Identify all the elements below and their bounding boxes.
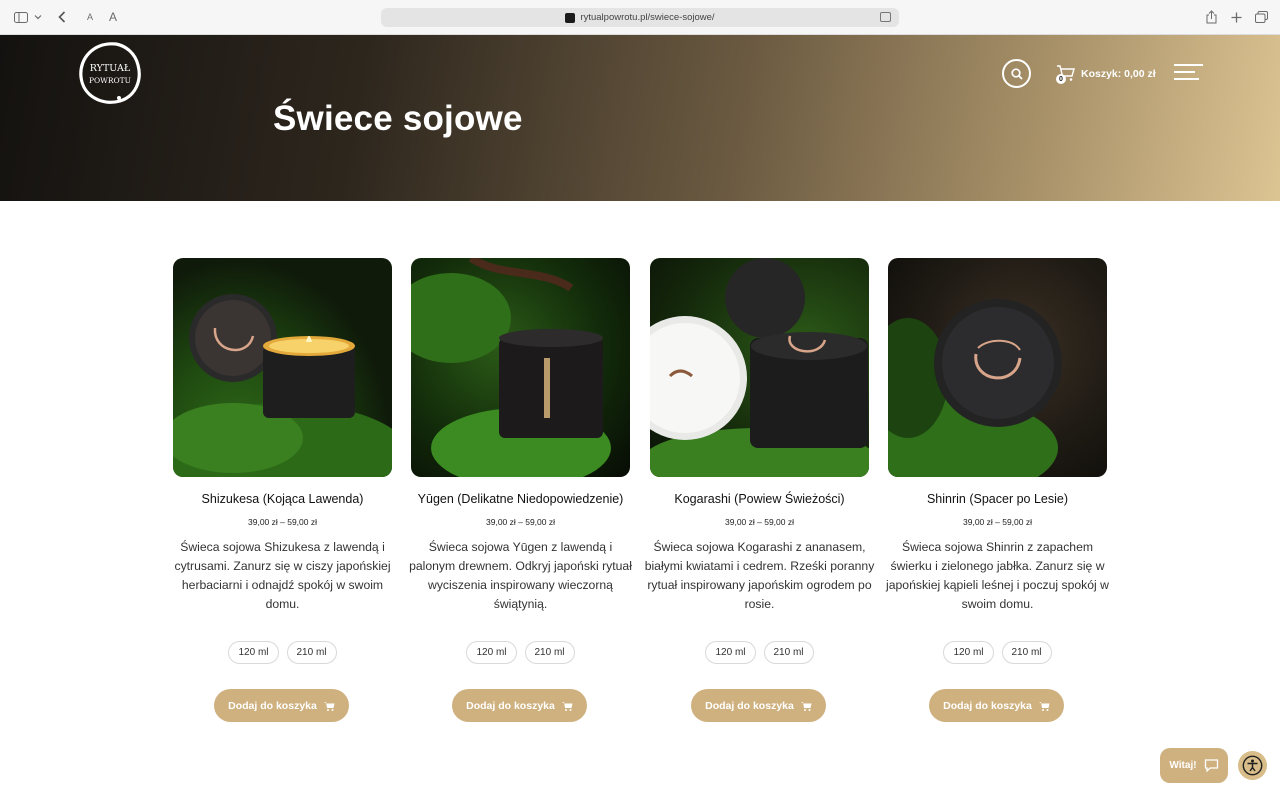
search-icon: [1010, 67, 1023, 80]
add-to-cart-label: Dodaj do koszyka: [466, 699, 555, 712]
search-button[interactable]: [1002, 59, 1031, 88]
variant-option[interactable]: 210 ml: [763, 641, 814, 664]
address-url: rytualpowrotu.pl/swiece-sojowe/: [580, 12, 715, 23]
add-to-cart-button[interactable]: Dodaj do koszyka: [214, 689, 349, 722]
product-name[interactable]: Shizukesa (Kojąca Lawenda): [153, 492, 412, 506]
product-price: 39,00 zł – 59,00 zł: [486, 517, 555, 527]
chat-button[interactable]: Witaj!: [1160, 748, 1228, 783]
product-name[interactable]: Kogarashi (Powiew Świeżości): [630, 492, 889, 506]
cart-label: Koszyk: 0,00 zł: [1081, 68, 1156, 80]
product-name[interactable]: Yūgen (Delikatne Niedopowiedzenie): [391, 492, 650, 506]
product-description: Świeca sojowa Shinrin z zapachem świerku…: [886, 540, 1109, 611]
add-to-cart-label: Dodaj do koszyka: [705, 699, 794, 712]
chat-bubble-icon: [1204, 759, 1218, 772]
product-price: 39,00 zł – 59,00 zł: [963, 517, 1032, 527]
font-smaller-button[interactable]: A: [84, 9, 96, 25]
cart-icon: [323, 701, 335, 711]
sidebar-toggle-icon[interactable]: [13, 9, 29, 25]
product-description: Świeca sojowa Kogarashi z ananasem, biał…: [644, 540, 875, 611]
product-price: 39,00 zł – 59,00 zł: [725, 517, 794, 527]
add-to-cart-button[interactable]: Dodaj do koszyka: [452, 689, 587, 722]
variant-option[interactable]: 120 ml: [705, 641, 756, 664]
add-to-cart-button[interactable]: Dodaj do koszyka: [929, 689, 1064, 722]
product-name[interactable]: Shinrin (Spacer po Lesie): [868, 492, 1127, 506]
cart-count-badge: 0: [1056, 74, 1066, 84]
product-image[interactable]: [888, 258, 1107, 477]
product-price: 39,00 zł – 59,00 zł: [248, 517, 317, 527]
variant-options: 120 ml 210 ml: [888, 641, 1107, 664]
product-card: Yūgen (Delikatne Niedopowiedzenie) 39,00…: [409, 258, 632, 728]
tab-overview-icon[interactable]: [1254, 9, 1268, 25]
product-image[interactable]: [650, 258, 869, 477]
chevron-down-icon[interactable]: [33, 9, 43, 25]
logo-text-bottom: POWROTU: [89, 76, 131, 85]
variant-options: 120 ml 210 ml: [411, 641, 630, 664]
hero-header: RYTUAŁ POWROTU Świece sojowe 0 Koszyk: 0…: [0, 35, 1280, 201]
add-to-cart-label: Dodaj do koszyka: [228, 699, 317, 712]
variant-option[interactable]: 120 ml: [466, 641, 517, 664]
variant-option[interactable]: 120 ml: [228, 641, 279, 664]
product-description: Świeca sojowa Yūgen z lawendą i palonym …: [409, 540, 632, 611]
chat-label: Witaj!: [1169, 760, 1197, 771]
back-button[interactable]: [55, 9, 69, 25]
cart-icon: [561, 701, 573, 711]
product-image[interactable]: [173, 258, 392, 477]
page-title: Świece sojowe: [273, 99, 523, 138]
browser-toolbar: A A rytualpowrotu.pl/swiece-sojowe/: [0, 0, 1280, 35]
product-image[interactable]: [411, 258, 630, 477]
cart-icon: [800, 701, 812, 711]
font-larger-button[interactable]: A: [106, 9, 120, 25]
cart-icon: [1038, 701, 1050, 711]
variant-options: 120 ml 210 ml: [650, 641, 869, 664]
site-logo[interactable]: RYTUAŁ POWROTU: [76, 40, 144, 108]
share-icon[interactable]: [1204, 9, 1218, 25]
site-favicon-icon: [565, 12, 576, 23]
variant-options: 120 ml 210 ml: [173, 641, 392, 664]
variant-option[interactable]: 210 ml: [1001, 641, 1052, 664]
accessibility-icon: [1242, 755, 1263, 776]
hamburger-menu-icon[interactable]: [1174, 63, 1204, 83]
product-card: Kogarashi (Powiew Świeżości) 39,00 zł – …: [645, 258, 874, 728]
product-card: Shinrin (Spacer po Lesie) 39,00 zł – 59,…: [886, 258, 1109, 728]
variant-option[interactable]: 210 ml: [286, 641, 337, 664]
new-tab-icon[interactable]: [1229, 9, 1243, 25]
add-to-cart-label: Dodaj do koszyka: [943, 699, 1032, 712]
address-bar[interactable]: rytualpowrotu.pl/swiece-sojowe/: [381, 8, 899, 27]
product-description: Świeca sojowa Shizukesa z lawendą i cytr…: [174, 540, 391, 611]
cart-button[interactable]: 0 Koszyk: 0,00 zł: [1056, 63, 1156, 85]
accessibility-button[interactable]: [1238, 751, 1267, 780]
variant-option[interactable]: 120 ml: [943, 641, 994, 664]
cart-icon: 0: [1056, 64, 1076, 84]
reader-mode-icon[interactable]: [880, 12, 891, 22]
variant-option[interactable]: 210 ml: [524, 641, 575, 664]
product-card: Shizukesa (Kojąca Lawenda) 39,00 zł – 59…: [173, 258, 392, 728]
logo-text-top: RYTUAŁ: [90, 63, 131, 74]
add-to-cart-button[interactable]: Dodaj do koszyka: [691, 689, 826, 722]
